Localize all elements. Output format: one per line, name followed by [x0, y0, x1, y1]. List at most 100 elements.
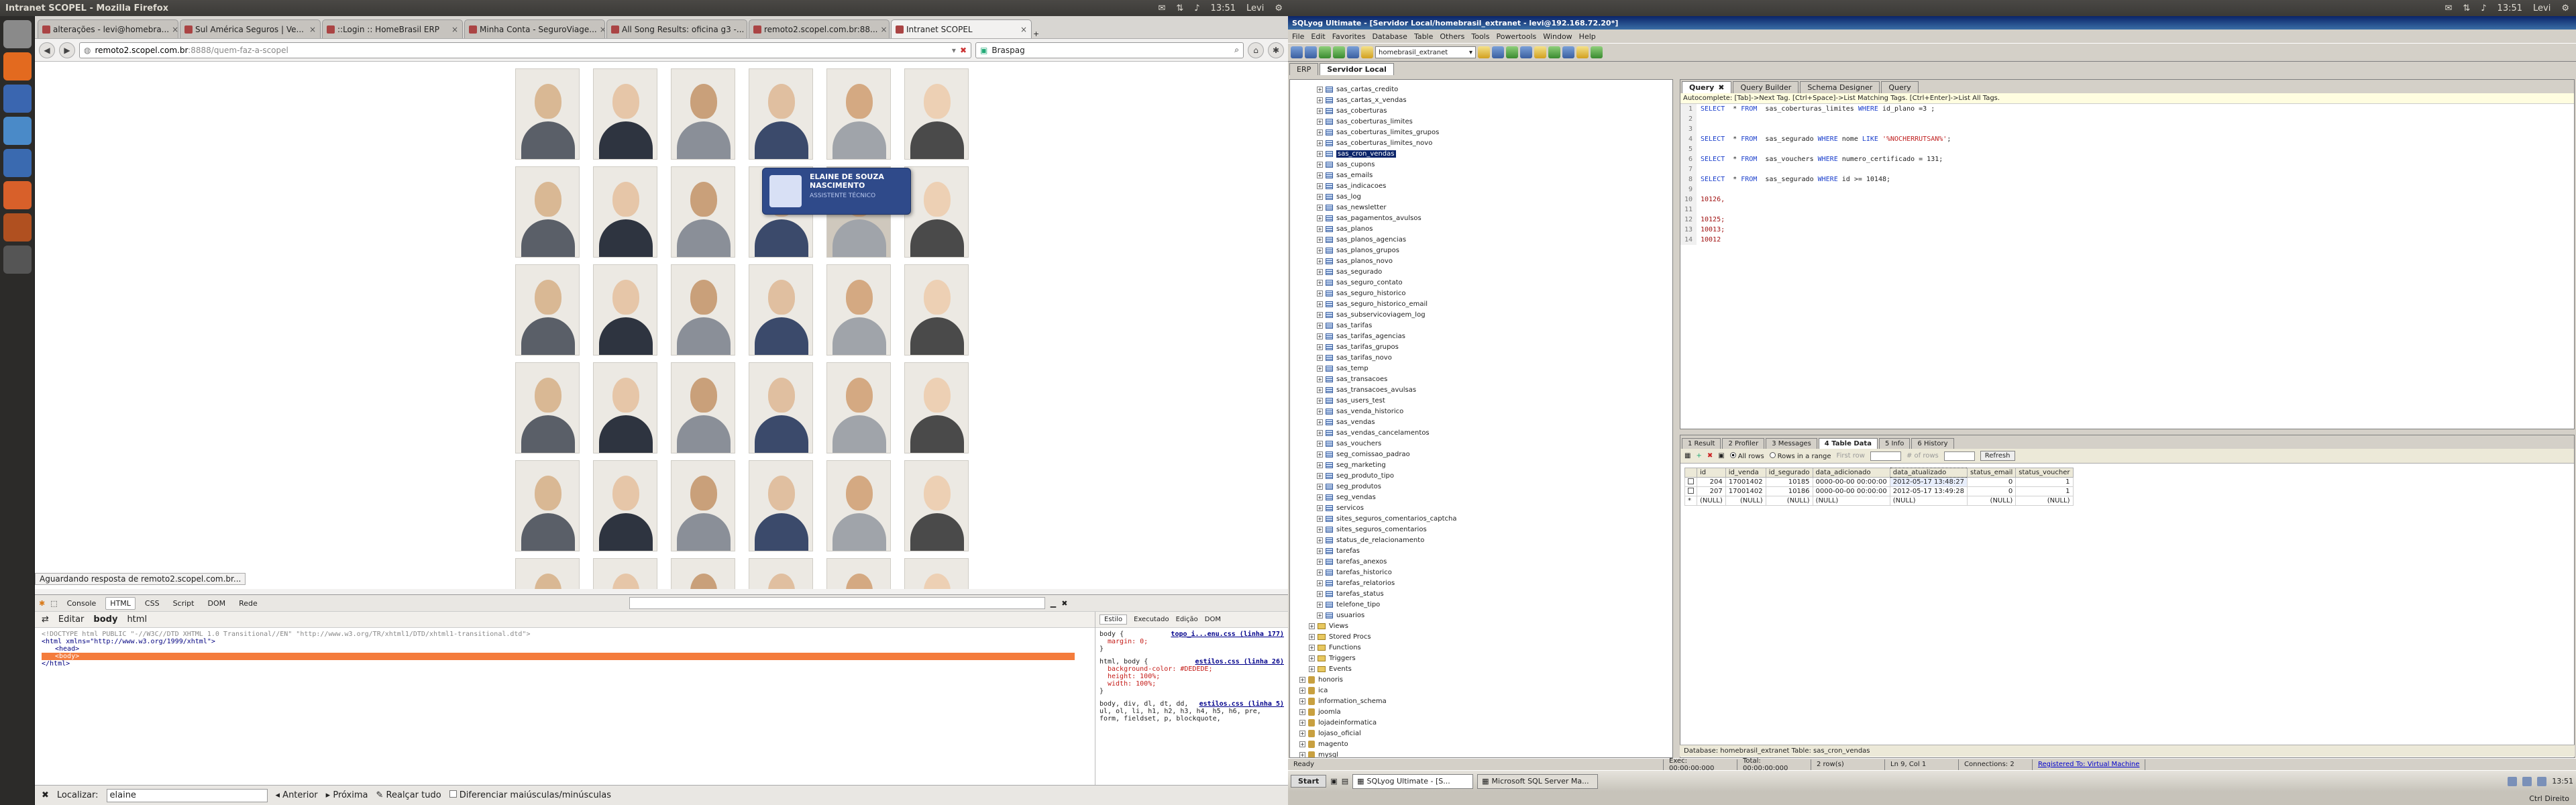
expand-icon[interactable]: + — [1317, 504, 1323, 511]
css-rule[interactable]: estilos.css (linha 26) html, body {backgr… — [1095, 655, 1288, 698]
browser-tab[interactable]: ::Login :: HomeBrasil ERP × — [322, 19, 463, 38]
tree-node[interactable]: + sas_pagamentos_avulsos — [1290, 213, 1672, 223]
power-gear-icon[interactable]: ⚙ — [1275, 3, 1283, 13]
grid-cell[interactable]: 10185 — [1765, 477, 1813, 487]
tree-node[interactable]: + sas_tarifas_novo — [1290, 352, 1672, 363]
tab-close-icon[interactable]: × — [600, 25, 604, 34]
tree-node[interactable]: + usuarios — [1290, 610, 1672, 621]
volume-icon[interactable]: ♪ — [2481, 3, 2486, 13]
expand-icon[interactable]: + — [1317, 311, 1323, 318]
expand-icon[interactable]: + — [1317, 354, 1323, 361]
expand-icon[interactable]: + — [1309, 633, 1315, 640]
column-header[interactable]: id — [1697, 468, 1726, 478]
menu-item-database[interactable]: Database — [1372, 32, 1407, 41]
expand-icon[interactable]: + — [1309, 655, 1315, 661]
code-line[interactable]: 10125; — [1701, 215, 2574, 225]
expand-icon[interactable]: + — [1317, 322, 1323, 329]
tree-node[interactable]: + sas_coberturas — [1290, 105, 1672, 116]
expand-icon[interactable]: + — [1317, 225, 1323, 232]
expand-icon[interactable]: + — [1317, 182, 1323, 189]
grid-cell[interactable]: 2012-05-17 13:48:27 — [1889, 477, 1968, 487]
refresh-icon[interactable] — [1361, 46, 1373, 58]
row-checkbox[interactable] — [1688, 478, 1694, 484]
browser-tab[interactable]: Minha Conta - SeguroViage...× — [464, 19, 605, 38]
execute-icon[interactable] — [1319, 46, 1331, 58]
grid-cell[interactable]: 10186 — [1765, 486, 1813, 496]
menu-item-edit[interactable]: Edit — [1311, 32, 1325, 41]
expand-icon[interactable]: + — [1317, 558, 1323, 565]
grid-cell[interactable]: 0000-00-00 00:00:00 — [1812, 486, 1890, 496]
code-line[interactable] — [1701, 144, 2574, 154]
css-property[interactable]: margin: 0; — [1099, 638, 1284, 645]
delete-row-icon[interactable]: ✖ — [1707, 452, 1713, 460]
grid-cell[interactable]: 17001402 — [1725, 486, 1766, 496]
expand-icon[interactable]: + — [1317, 419, 1323, 425]
firefox-icon[interactable] — [3, 52, 32, 80]
expand-icon[interactable]: + — [1317, 494, 1323, 500]
menu-item-file[interactable]: File — [1292, 32, 1304, 41]
expand-icon[interactable]: + — [1299, 741, 1305, 747]
tree-node[interactable]: + tarefas_historico — [1290, 567, 1672, 578]
expand-icon[interactable]: + — [1317, 451, 1323, 458]
result-tab[interactable]: 5 Info — [1878, 438, 1911, 449]
tree-node[interactable]: + seg_produto_tipo — [1290, 470, 1672, 481]
inspect-icon[interactable]: ⬚ — [50, 599, 57, 608]
row-marker[interactable] — [1684, 477, 1697, 487]
staff-photo[interactable] — [904, 264, 969, 356]
expand-icon[interactable]: + — [1317, 247, 1323, 254]
first-row-input[interactable] — [1870, 451, 1901, 461]
firebug-icon[interactable]: ✱ — [1268, 42, 1284, 58]
menu-item-table[interactable]: Table — [1414, 32, 1433, 41]
network-icon[interactable]: ⇅ — [1176, 3, 1183, 13]
tree-node[interactable]: + sas_seguro_contato — [1290, 277, 1672, 288]
firebug-tab-html[interactable]: HTML — [105, 596, 136, 610]
tree-node[interactable]: + sas_planos_novo — [1290, 256, 1672, 266]
tree-node[interactable]: + tarefas_anexos — [1290, 556, 1672, 567]
tree-node[interactable]: + Triggers — [1290, 653, 1672, 663]
registration-link[interactable]: Registered To: Virtual Machine — [2033, 759, 2146, 770]
staff-photo[interactable] — [671, 558, 735, 589]
staff-photo[interactable] — [826, 264, 891, 356]
tree-node[interactable]: + sas_coberturas_limites — [1290, 116, 1672, 127]
tree-node[interactable]: + sas_cartas_x_vendas — [1290, 95, 1672, 105]
tree-node[interactable]: + sas_planos_agencias — [1290, 234, 1672, 245]
html-line[interactable]: <head> — [42, 645, 1088, 653]
expand-icon[interactable]: + — [1317, 140, 1323, 146]
staff-photo[interactable] — [671, 460, 735, 551]
expand-icon[interactable]: + — [1317, 429, 1323, 436]
tree-node[interactable]: + sas_cron_vendas — [1290, 148, 1672, 159]
css-property[interactable]: width: 100%; — [1099, 680, 1284, 688]
expand-icon[interactable]: + — [1309, 665, 1315, 672]
ubuntu-software-icon[interactable] — [3, 213, 32, 241]
css-source-link[interactable]: estilos.css (linha 5) — [1199, 700, 1284, 708]
tree-node[interactable]: + tarefas_status — [1290, 588, 1672, 599]
code-line[interactable] — [1701, 184, 2574, 195]
tab-close-icon[interactable]: × — [880, 25, 887, 34]
find-previous-button[interactable]: ◂ Anterior — [276, 790, 318, 800]
column-header[interactable]: status_voucher — [2015, 468, 2074, 478]
new-connection-icon[interactable] — [1291, 46, 1303, 58]
taskbar-task[interactable]: ▦ Microsoft SQL Server Ma... — [1477, 773, 1599, 789]
network-icon[interactable] — [2508, 776, 2518, 786]
terminal-icon[interactable] — [3, 246, 32, 274]
css-rule[interactable]: topo_i...enu.css (linha 177) body {margin… — [1095, 628, 1288, 655]
staff-photo[interactable] — [826, 68, 891, 160]
side-tab[interactable]: Edição — [1176, 616, 1198, 623]
firebug-tab-console[interactable]: Console — [63, 598, 101, 609]
staff-photo[interactable] — [904, 558, 969, 589]
firebug-tab-rede[interactable]: Rede — [235, 598, 262, 609]
css-property[interactable]: background-color: #DEDEDE; — [1099, 665, 1284, 673]
expand-icon[interactable]: + — [1317, 107, 1323, 114]
column-header[interactable]: data_atualizado — [1889, 468, 1968, 478]
menu-item-favorites[interactable]: Favorites — [1332, 32, 1366, 41]
tree-node[interactable]: + ica — [1290, 685, 1672, 696]
code-line[interactable]: 10126, — [1701, 195, 2574, 205]
search-engine-icon[interactable]: ▣ — [980, 46, 987, 55]
editor-tab[interactable]: Query — [1881, 81, 1919, 93]
tree-node[interactable]: + sas_vendas — [1290, 417, 1672, 427]
staff-photo[interactable] — [515, 460, 580, 551]
staff-photo[interactable] — [515, 166, 580, 258]
staff-photo[interactable] — [593, 264, 657, 356]
expand-icon[interactable]: + — [1317, 215, 1323, 221]
tree-node[interactable]: + status_de_relacionamento — [1290, 535, 1672, 545]
